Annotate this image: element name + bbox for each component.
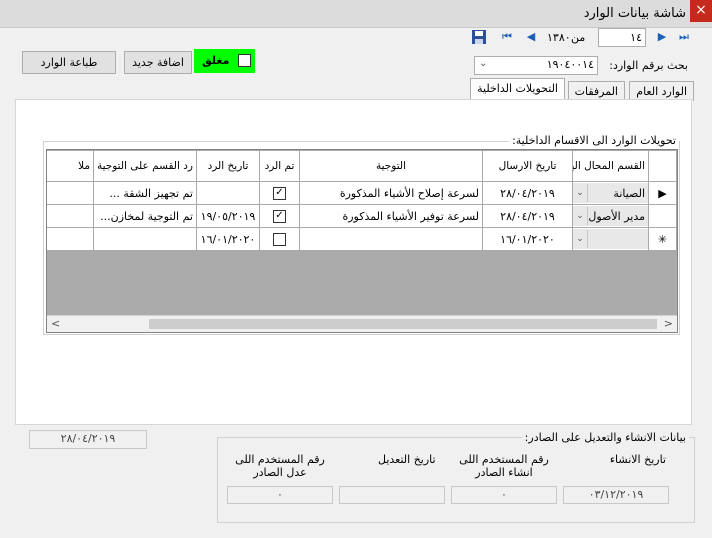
row-selector-icon[interactable]: ▶ — [648, 181, 677, 205]
sent-date-cell[interactable]: ٢٨/٠٤/٢٠١٩ — [482, 181, 573, 205]
replied-checkbox[interactable]: ✓ — [273, 209, 286, 223]
notes-cell[interactable] — [47, 204, 94, 228]
tab-attachments[interactable]: المرفقات — [567, 81, 625, 101]
search-label: بحث برقم الوارد: — [609, 59, 688, 72]
row-selector-header — [648, 150, 677, 182]
window-title: شاشة بيانات الوارد — [583, 6, 686, 21]
first-record-icon[interactable]: ⏮ — [499, 29, 515, 45]
notes-cell[interactable] — [47, 181, 94, 205]
close-button[interactable]: × — [690, 0, 712, 22]
print-incoming-button[interactable]: طباعة الوارد — [22, 51, 116, 74]
audit-group-label: بيانات الانشاء والتعديل على الصادر: — [521, 431, 689, 444]
reply-date-cell[interactable] — [196, 181, 260, 205]
modified-date-field — [339, 486, 445, 504]
dept-combo-cell[interactable]: الصيانة ⌄ — [572, 181, 649, 205]
modified-date-label: تاريخ التعديل — [378, 453, 436, 466]
grid-header-row: القسم المحال اليه تاريخ الارسال التوجية … — [47, 150, 677, 182]
dept-combo-cell[interactable]: ⌄ — [572, 227, 649, 251]
search-value: ١٩٠٤٠٠١٤ — [546, 58, 594, 71]
modified-by-field: ٠ — [227, 486, 333, 504]
replied-checkbox[interactable]: ✓ — [273, 186, 286, 200]
column-header-reply-date[interactable]: تاريخ الرد — [196, 150, 260, 182]
sent-date-cell[interactable]: ٢٨/٠٤/٢٠١٩ — [482, 204, 573, 228]
table-row[interactable]: ▶ الصيانة ⌄ ٢٨/٠٤/٢٠١٩ لسرعة إصلاح الأشيا… — [47, 181, 677, 205]
column-header-notes[interactable]: ملا — [47, 150, 94, 182]
column-header-direction[interactable]: التوجية — [299, 150, 483, 182]
scroll-left-icon[interactable]: < — [51, 317, 60, 330]
prev-record-icon[interactable]: ◀ — [523, 29, 539, 45]
created-by-field: ٠ — [451, 486, 557, 504]
reply-cell[interactable] — [93, 227, 197, 251]
column-header-reply[interactable]: رد القسم على التوجية — [93, 150, 197, 182]
closed-label: مغلق — [202, 54, 230, 67]
replied-cell[interactable] — [259, 227, 300, 251]
chevron-down-icon[interactable]: ⌄ — [574, 207, 588, 225]
modified-by-label: رقم المستخدم اللى عدل الصادر — [235, 453, 325, 479]
row-selector[interactable] — [648, 204, 677, 228]
column-header-sent-date[interactable]: تاريخ الارسال — [482, 150, 573, 182]
chevron-down-icon[interactable]: ⌄ — [479, 58, 487, 69]
scrollbar-thumb[interactable] — [149, 319, 657, 329]
column-header-replied[interactable]: تم الرد — [259, 150, 300, 182]
reply-date-cell[interactable]: ١٩/٠٥/٢٠١٩ — [196, 204, 260, 228]
transfers-group-label: تحويلات الوارد الى الاقسام الداخلية: — [509, 134, 679, 147]
sent-date-cell[interactable]: ١٦/٠١/٢٠٢٠ — [482, 227, 573, 251]
scroll-right-icon[interactable]: > — [664, 317, 673, 330]
record-position-input[interactable]: ١٤ — [598, 28, 646, 47]
closed-toggle[interactable]: مغلق — [194, 49, 255, 73]
last-record-icon[interactable]: ⏭ — [676, 29, 692, 45]
created-by-label: رقم المستخدم اللى انشاء الصادر — [459, 453, 549, 479]
search-combobox[interactable]: ١٩٠٤٠٠١٤ ⌄ — [474, 56, 598, 75]
add-new-button[interactable]: اضافة جديد — [124, 51, 192, 74]
direction-cell[interactable]: لسرعة إصلاح الأشياء المذكورة — [299, 181, 483, 205]
direction-cell[interactable] — [299, 227, 483, 251]
replied-cell[interactable]: ✓ — [259, 204, 300, 228]
next-record-icon[interactable]: ▶ — [654, 29, 670, 45]
reply-cell[interactable]: تم تجهيز الشقة ... — [93, 181, 197, 205]
table-row-new[interactable]: ✳ ⌄ ١٦/٠١/٢٠٢٠ ١٦/٠١/٢٠٢٠ — [47, 227, 677, 251]
record-total: ١٣٨٠ — [547, 31, 571, 44]
replied-checkbox[interactable] — [273, 232, 286, 246]
direction-cell[interactable]: لسرعة توفير الأشياء المذكورة — [299, 204, 483, 228]
created-date-field: ٠٣/١٢/٢٠١٩ — [563, 486, 669, 504]
save-icon[interactable] — [471, 29, 487, 45]
column-header-dept[interactable]: القسم المحال اليه — [572, 150, 649, 182]
audit-group — [217, 437, 695, 523]
chevron-down-icon[interactable]: ⌄ — [574, 184, 588, 202]
transfers-grid[interactable]: القسم المحال اليه تاريخ الارسال التوجية … — [46, 149, 678, 333]
horizontal-scrollbar[interactable]: < > — [47, 315, 677, 332]
dept-value: الصيانة — [613, 186, 645, 200]
dept-combo-cell[interactable]: مدير الأصول ⌄ — [572, 204, 649, 228]
chevron-down-icon[interactable]: ⌄ — [574, 230, 588, 248]
created-date-label: تاريخ الانشاء — [609, 453, 666, 466]
new-row-icon[interactable]: ✳ — [648, 227, 677, 251]
reply-cell[interactable]: تم التوجية لمخازن... — [93, 204, 197, 228]
tab-internal-transfers[interactable]: التحويلات الداخلية — [470, 78, 565, 101]
replied-cell[interactable]: ✓ — [259, 181, 300, 205]
notes-cell[interactable] — [47, 227, 94, 251]
reply-date-cell[interactable]: ١٦/٠١/٢٠٢٠ — [196, 227, 260, 251]
table-row[interactable]: مدير الأصول ⌄ ٢٨/٠٤/٢٠١٩ لسرعة توفير الأش… — [47, 204, 677, 228]
of-label: من — [571, 31, 586, 44]
closed-checkbox[interactable] — [238, 54, 251, 67]
tab-general[interactable]: الوارد العام — [629, 81, 694, 101]
incoming-date-field: ٢٨/٠٤/٢٠١٩ — [29, 430, 147, 449]
dept-value: مدير الأصول — [588, 209, 645, 223]
